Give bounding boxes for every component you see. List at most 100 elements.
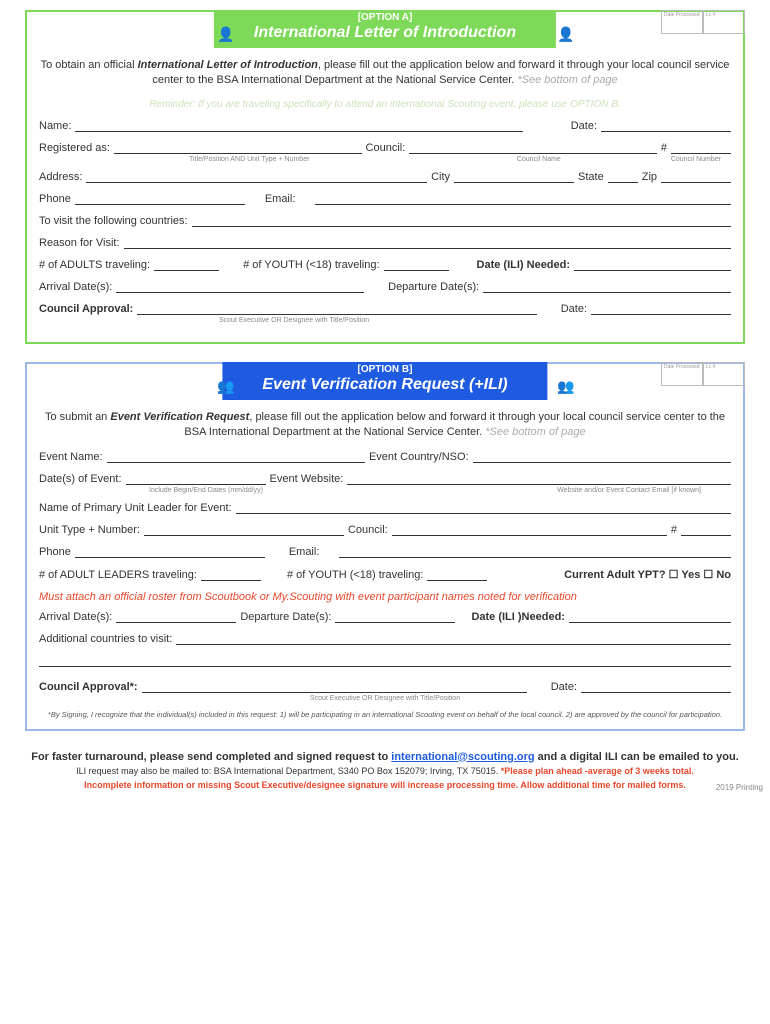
email-label: Email: <box>265 193 296 205</box>
group-icon: 👥 <box>217 378 234 395</box>
email-link[interactable]: international@scouting.org <box>391 751 534 763</box>
footer-warning: Incomplete information or missing Scout … <box>25 779 745 793</box>
departure-b-field[interactable] <box>335 611 455 623</box>
state-label: State <box>578 171 604 183</box>
meta-boxes: Date Processed Lc # <box>661 10 745 34</box>
email-b-label: Email: <box>289 546 320 558</box>
zip-field[interactable] <box>661 171 731 183</box>
event-name-label: Event Name: <box>39 451 103 463</box>
lc-number-box[interactable]: Lc # <box>703 362 745 386</box>
registered-sublabel: Title/Position AND Unit Type + Number <box>189 156 309 163</box>
option-b-section: [OPTION B] Event Verification Request (+… <box>25 362 745 731</box>
needed-b-field[interactable] <box>569 611 731 623</box>
event-site-label: Event Website: <box>270 473 344 485</box>
signing-note: *By Signing, I recognize that the indivi… <box>39 710 731 719</box>
needed-field[interactable] <box>574 259 731 271</box>
state-field[interactable] <box>608 171 638 183</box>
email-b-field[interactable] <box>339 546 731 558</box>
arrival-b-field[interactable] <box>116 611 236 623</box>
option-b-intro: To submit an Event Verification Request,… <box>39 410 731 441</box>
approval-field[interactable] <box>137 303 536 315</box>
approval-b-field[interactable] <box>142 681 527 693</box>
option-a-section: [OPTION A] International Letter of Intro… <box>25 10 745 344</box>
youth-b-field[interactable] <box>427 569 487 581</box>
approval-label: Council Approval: <box>39 303 133 315</box>
event-name-field[interactable] <box>107 451 365 463</box>
event-site-field[interactable] <box>347 473 731 485</box>
event-dates-field[interactable] <box>126 473 266 485</box>
reason-field[interactable] <box>124 237 731 249</box>
council-num-b-field[interactable] <box>681 524 731 536</box>
phone-label: Phone <box>39 193 71 205</box>
city-field[interactable] <box>454 171 574 183</box>
date2-label: Date: <box>561 303 587 315</box>
name-field[interactable] <box>75 120 522 132</box>
council-field[interactable] <box>409 142 657 154</box>
zip-label: Zip <box>642 171 657 183</box>
option-a-intro: To obtain an official International Lett… <box>39 58 731 89</box>
approval-b-label: Council Approval*: <box>39 681 138 693</box>
reason-label: Reason for Visit: <box>39 237 120 249</box>
addl-field-2[interactable] <box>39 655 731 667</box>
visit-field[interactable] <box>192 215 731 227</box>
address-field[interactable] <box>86 171 427 183</box>
youth-b-label: # of YOUTH (<18) traveling: <box>287 569 423 581</box>
arrival-field[interactable] <box>116 281 364 293</box>
meta-boxes: Date Processed Lc # <box>661 362 745 386</box>
hash-label: # <box>661 142 667 154</box>
roster-warning: Must attach an official roster from Scou… <box>39 591 731 603</box>
option-a-reminder: Reminder: If you are traveling specifica… <box>39 99 731 110</box>
site-sublabel: Website and/or Event Contact Email [if k… <box>557 487 701 494</box>
print-year: 2019 Printing <box>716 782 763 794</box>
approval-sublabel: Scout Executive OR Designee with Title/P… <box>39 317 731 324</box>
dates-sublabel: Include Begin/End Dates (mm/dd/yy) <box>149 487 263 494</box>
departure-b-label: Departure Date(s): <box>240 611 331 623</box>
phone-b-field[interactable] <box>75 546 265 558</box>
city-label: City <box>431 171 450 183</box>
leader-field[interactable] <box>236 502 731 514</box>
registered-field[interactable] <box>114 142 362 154</box>
person-icon: 👤 <box>217 26 234 43</box>
address-label: Address: <box>39 171 82 183</box>
council-b-label: Council: <box>348 524 388 536</box>
date-b-field[interactable] <box>581 681 731 693</box>
email-field[interactable] <box>315 193 731 205</box>
date-processed-box[interactable]: Date Processed <box>661 362 703 386</box>
unit-label: Unit Type + Number: <box>39 524 140 536</box>
option-b-header: [OPTION B] Event Verification Request (+… <box>222 362 547 400</box>
leader-label: Name of Primary Unit Leader for Event: <box>39 502 232 514</box>
addl-label: Additional countries to visit: <box>39 633 172 645</box>
date2-field[interactable] <box>591 303 731 315</box>
page-footer: For faster turnaround, please send compl… <box>25 749 745 793</box>
phone-field[interactable] <box>75 193 245 205</box>
youth-label: # of YOUTH (<18) traveling: <box>243 259 379 271</box>
addl-field[interactable] <box>176 633 731 645</box>
date-field[interactable] <box>601 120 731 132</box>
adults-label: # of ADULTS traveling: <box>39 259 150 271</box>
council-b-field[interactable] <box>392 524 667 536</box>
approval-b-sublabel: Scout Executive OR Designee with Title/P… <box>39 695 731 702</box>
option-b-tag: [OPTION B] <box>262 364 507 375</box>
date-label: Date: <box>571 120 597 132</box>
name-label: Name: <box>39 120 71 132</box>
option-a-title: International Letter of Introduction <box>254 24 516 41</box>
visit-label: To visit the following countries: <box>39 215 188 227</box>
departure-field[interactable] <box>483 281 731 293</box>
group-icon: 👥 <box>557 378 574 395</box>
option-a-header: [OPTION A] International Letter of Intro… <box>214 10 556 48</box>
adults-field[interactable] <box>154 259 219 271</box>
adults-b-label: # of ADULT LEADERS traveling: <box>39 569 197 581</box>
council-number-field[interactable] <box>671 142 731 154</box>
unit-field[interactable] <box>144 524 344 536</box>
event-country-field[interactable] <box>473 451 731 463</box>
council-num-sublabel: Council Number <box>671 156 721 163</box>
ypt-label[interactable]: Current Adult YPT? ☐ Yes ☐ No <box>564 568 731 581</box>
option-a-tag: [OPTION A] <box>254 12 516 23</box>
date-processed-box[interactable]: Date Processed <box>661 10 703 34</box>
phone-b-label: Phone <box>39 546 71 558</box>
adults-b-field[interactable] <box>201 569 261 581</box>
lc-number-box[interactable]: Lc # <box>703 10 745 34</box>
youth-field[interactable] <box>384 259 449 271</box>
event-dates-label: Date(s) of Event: <box>39 473 122 485</box>
needed-label: Date (ILI) Needed: <box>477 259 571 271</box>
